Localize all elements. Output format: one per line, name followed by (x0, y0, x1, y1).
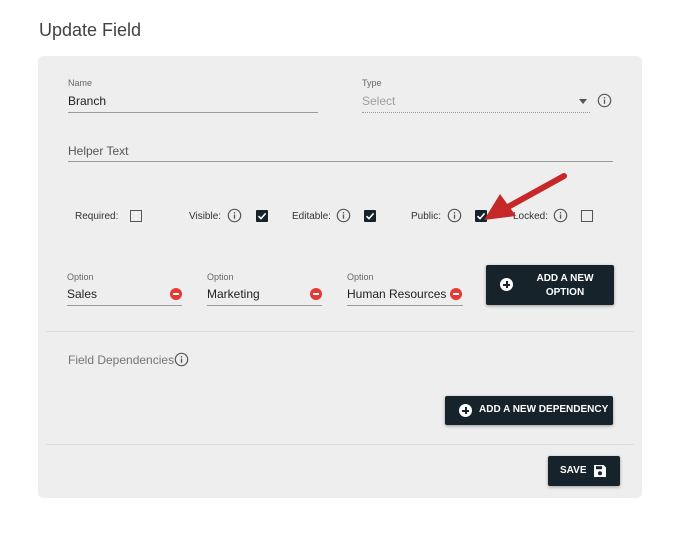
remove-circle-icon[interactable] (170, 288, 182, 300)
save-icon (594, 465, 606, 477)
name-underline (68, 112, 318, 113)
add-circle-icon (459, 404, 472, 417)
update-field-card: Name Branch Type Select Helper Text Requ… (38, 56, 642, 498)
option-label: Option (207, 272, 234, 282)
option-input-marketing[interactable]: Marketing (207, 287, 260, 301)
public-label: Public: (411, 211, 442, 222)
option-input-sales[interactable]: Sales (67, 287, 97, 301)
locked-checkbox[interactable] (581, 210, 593, 222)
info-icon[interactable] (447, 208, 462, 223)
visible-checkbox[interactable] (256, 210, 268, 222)
add-dependency-label: ADD A NEW DEPENDENCY (479, 404, 609, 415)
type-select[interactable]: Select (362, 94, 395, 108)
add-dependency-button[interactable]: ADD A NEW DEPENDENCY (445, 396, 613, 425)
page-title: Update Field (39, 20, 142, 40)
info-icon[interactable] (336, 208, 351, 223)
option-underline (347, 305, 463, 306)
add-option-label: ADD A NEW OPTION (522, 272, 608, 300)
required-checkbox[interactable] (130, 210, 142, 222)
add-option-button[interactable]: ADD A NEW OPTION (486, 265, 614, 305)
option-label: Option (347, 272, 374, 282)
divider (46, 331, 634, 332)
type-underline (362, 112, 590, 113)
field-dependencies-title: Field Dependencies (68, 353, 175, 367)
add-option-label-line1: ADD A NEW (536, 273, 594, 284)
check-icon (257, 212, 267, 220)
remove-circle-icon[interactable] (450, 288, 462, 300)
name-label: Name (68, 78, 93, 88)
required-label: Required: (75, 211, 119, 222)
helper-text-input[interactable]: Helper Text (68, 144, 128, 158)
arrow-annotation (484, 173, 567, 220)
save-label: SAVE (560, 465, 587, 476)
option-input-human-resources[interactable]: Human Resources (347, 287, 446, 301)
chevron-down-icon[interactable] (579, 99, 587, 104)
info-icon[interactable] (597, 93, 612, 108)
type-label: Type (362, 78, 382, 88)
save-button[interactable]: SAVE (548, 456, 620, 486)
name-input[interactable]: Branch (68, 94, 106, 108)
remove-circle-icon[interactable] (310, 288, 322, 300)
add-circle-icon (500, 278, 513, 291)
info-icon[interactable] (174, 352, 189, 367)
visible-label: Visible: (189, 211, 222, 222)
option-underline (207, 305, 322, 306)
add-option-label-line2: OPTION (545, 287, 585, 298)
info-icon[interactable] (227, 208, 242, 223)
option-label: Option (67, 272, 94, 282)
option-underline (67, 305, 182, 306)
helper-underline (68, 161, 613, 162)
editable-checkbox[interactable] (364, 210, 376, 222)
editable-label: Editable: (292, 211, 331, 222)
check-icon (365, 212, 375, 220)
divider (46, 444, 634, 445)
